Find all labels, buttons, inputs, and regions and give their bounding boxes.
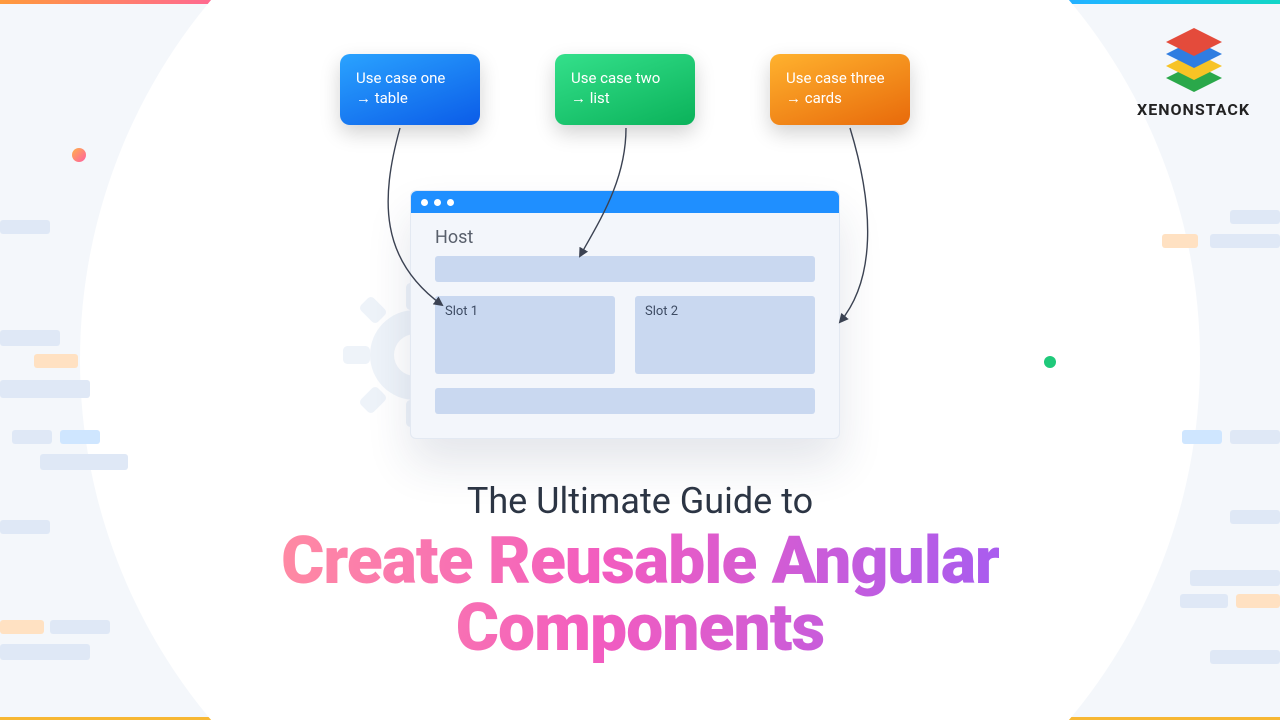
card-line: Use case one xyxy=(356,68,464,88)
brand-name: XENONSTACK xyxy=(1137,100,1250,119)
brand-logo: XENONSTACK xyxy=(1137,24,1250,119)
card-line: → list xyxy=(571,88,679,108)
card-line: Use case three xyxy=(786,68,894,88)
card-line: → cards xyxy=(786,88,894,108)
use-case-card-blue: Use case one → table xyxy=(340,54,480,125)
card-line: → table xyxy=(356,88,464,108)
xenonstack-icon xyxy=(1154,24,1234,96)
window-titlebar xyxy=(411,191,839,213)
card-line: Use case two xyxy=(571,68,679,88)
window-dot xyxy=(447,199,454,206)
title-block: The Ultimate Guide to Create Reusable An… xyxy=(0,480,1280,663)
host-bar-top xyxy=(435,256,815,282)
use-case-card-green: Use case two → list xyxy=(555,54,695,125)
title-line: Components xyxy=(456,590,825,667)
host-slot-2: Slot 2 xyxy=(635,296,815,374)
use-case-card-orange: Use case three → cards xyxy=(770,54,910,125)
host-label: Host xyxy=(435,227,815,248)
decorative-dot-gradient xyxy=(72,148,86,162)
title-subheading: The Ultimate Guide to xyxy=(0,480,1280,522)
title-main: Create Reusable Angular Components xyxy=(281,528,999,663)
title-line: Create Reusable Angular xyxy=(281,523,999,600)
host-bar-bottom xyxy=(435,388,815,414)
decorative-dot-green xyxy=(1044,356,1056,368)
host-slot-1: Slot 1 xyxy=(435,296,615,374)
window-dot xyxy=(421,199,428,206)
window-dot xyxy=(434,199,441,206)
host-window: Host Slot 1 Slot 2 xyxy=(410,190,840,439)
